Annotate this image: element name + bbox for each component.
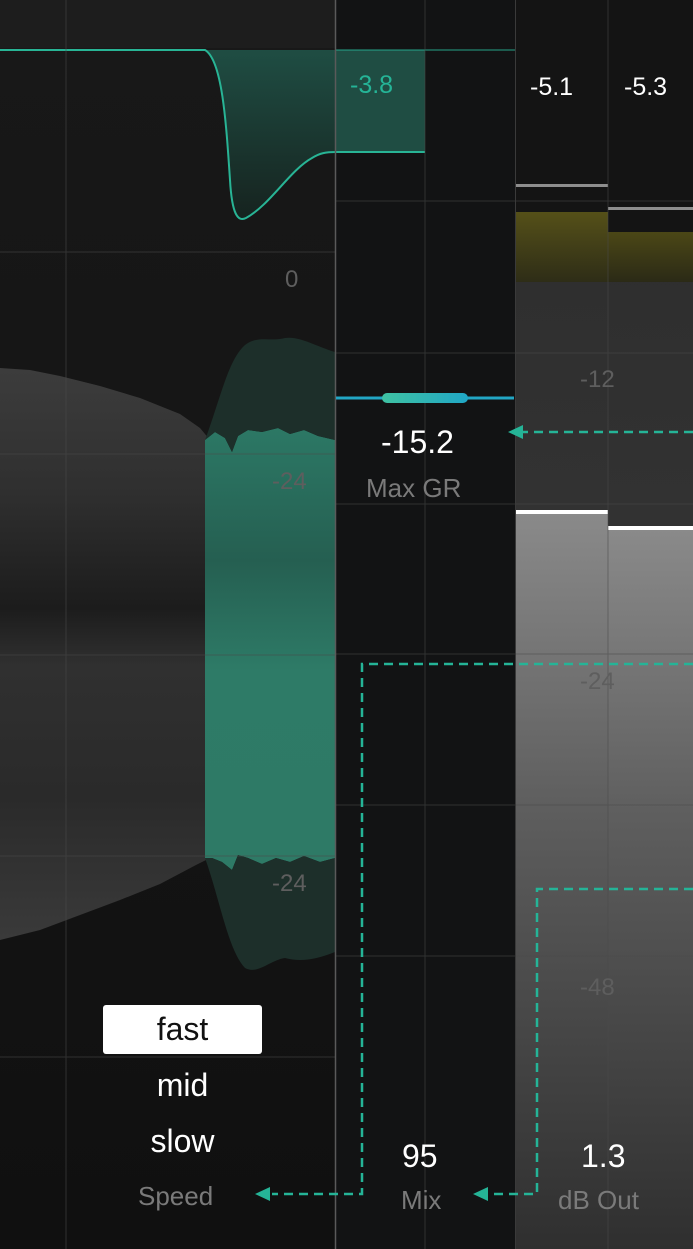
scale-label-0: 0 [285,266,299,293]
scale-label-minus24-lower: -24 [272,870,307,897]
mix-value[interactable]: 95 [402,1140,438,1172]
speed-option-mid[interactable]: mid [103,1061,262,1110]
gain-reduction-readout: -3.8 [350,71,394,99]
speed-option-slow[interactable]: slow [103,1117,262,1166]
scale-label-minus12: -12 [580,366,615,393]
dynamics-plugin-panel: -3.8 -5.1 -5.3 0 -24 -24 -12 -24 -48 -15… [0,0,693,1249]
output-left-peak-readout: -5.1 [530,73,574,101]
speed-label: Speed [138,1181,214,1211]
max-gr-slider-handle[interactable] [382,393,468,403]
output-gain-value[interactable]: 1.3 [581,1140,625,1172]
scale-label-minus48: -48 [580,974,615,1001]
output-gain-label: dB Out [558,1185,639,1215]
max-gr-label: Max GR [366,473,462,503]
max-gr-value[interactable]: -15.2 [381,426,454,458]
mix-label: Mix [401,1185,442,1215]
output-right-peak-readout: -5.3 [624,73,668,101]
scale-label-minus24-right: -24 [580,668,615,695]
speed-option-fast[interactable]: fast [103,1005,262,1054]
scale-label-minus24-upper: -24 [272,468,307,495]
